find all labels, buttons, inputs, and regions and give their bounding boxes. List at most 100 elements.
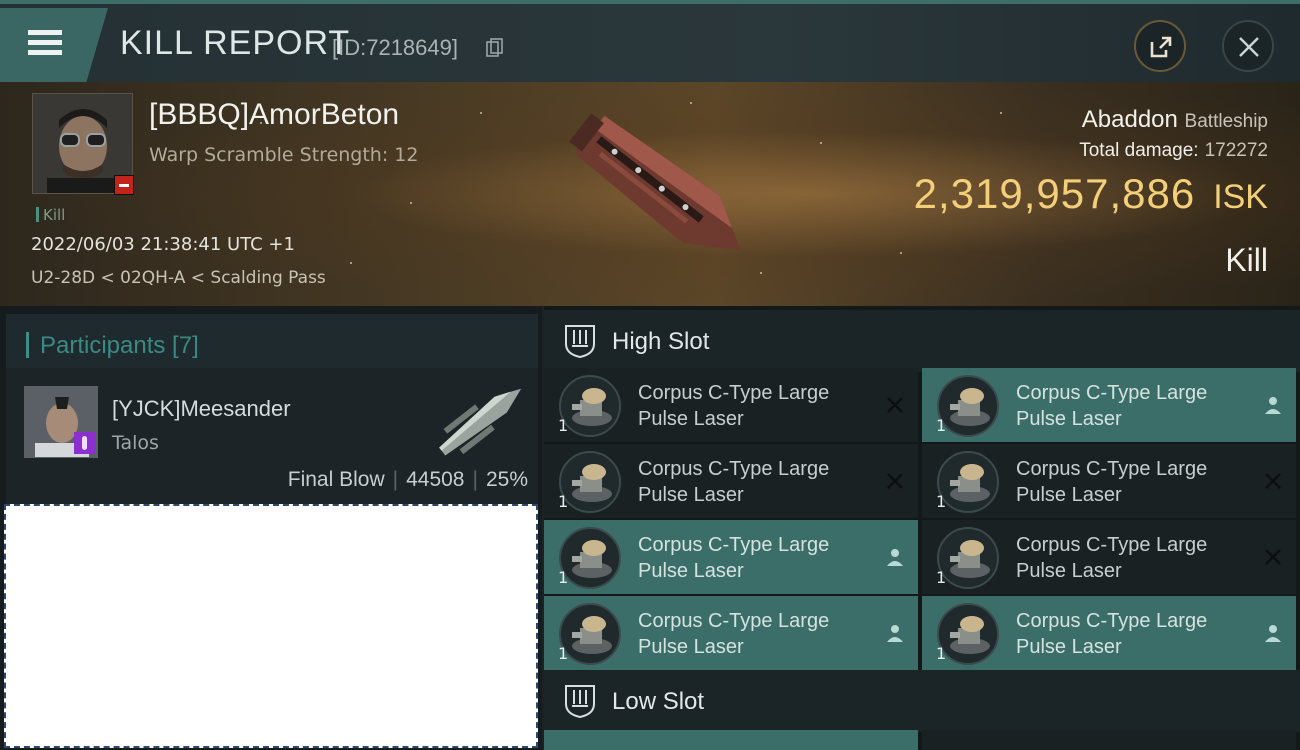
module-name: Corpus C-Type Large Pulse Laser: [1016, 532, 1256, 584]
report-id: [ID:7218649]: [332, 35, 458, 60]
module-quantity: 1: [558, 492, 569, 511]
module-name: Corpus C-Type Large Pulse Laser: [638, 380, 878, 432]
victim-ship-image[interactable]: [540, 96, 780, 286]
participant-role: Final Blow: [287, 468, 385, 491]
participant-percent: 25%: [485, 468, 528, 491]
module-name-line1: Corpus C-Type Large: [1016, 534, 1208, 556]
high-slot-title: High Slot: [612, 328, 710, 355]
corp-badge: [114, 175, 134, 195]
module-name: Corpus C-Type Large Pulse Laser: [1016, 380, 1256, 432]
low-slot-module[interactable]: [922, 730, 1296, 750]
dropped-icon: [887, 549, 903, 566]
fitting-panel: High Slot 1 Corpus C-Type Large Pulse Lase…: [544, 306, 1300, 750]
menu-icon-bar: [28, 40, 62, 45]
module-name: Corpus C-Type Large Pulse Laser: [638, 532, 878, 584]
destroyed-icon: [1265, 549, 1281, 565]
isk-value: 2,319,957,886: [913, 170, 1196, 217]
close-button[interactable]: [1222, 20, 1274, 72]
kill-datetime: 2022/06/03 21:38:41 UTC +1: [31, 234, 295, 255]
module-quantity: 1: [558, 568, 569, 587]
module-quantity: 1: [558, 644, 569, 663]
module-name-line1: Corpus C-Type Large: [1016, 382, 1208, 404]
participant-damage: 44508: [406, 468, 465, 491]
menu-icon-bar: [28, 50, 62, 55]
title-bar: KILL REPORT [ID:7218649]: [0, 0, 1300, 82]
module-name-line1: Corpus C-Type Large: [1016, 610, 1208, 632]
destroyed-icon: [887, 397, 903, 413]
menu-icon: [28, 30, 62, 35]
module-name-line2: Pulse Laser: [638, 636, 744, 658]
participants-panel: Participants [7] [YJCK]Meesander Talos F…: [0, 306, 542, 750]
destroyed-icon: [887, 473, 903, 489]
kill-result: Kill: [1225, 242, 1268, 278]
victim-ship-class: Battleship: [1184, 111, 1268, 132]
kill-location[interactable]: U2-28D < 02QH-A < Scalding Pass: [31, 268, 326, 288]
module-quantity: 1: [936, 568, 947, 587]
module-name-line1: Corpus C-Type Large: [638, 534, 830, 556]
module-item[interactable]: 1 Corpus C-Type Large Pulse Laser: [922, 444, 1296, 518]
warp-scramble-strength: Warp Scramble Strength: 12: [149, 144, 419, 166]
stats-separator: |: [472, 468, 478, 491]
participants-title: Participants [7]: [40, 332, 199, 359]
module-item[interactable]: 1 Corpus C-Type Large Pulse Laser: [544, 368, 918, 442]
module-name-line2: Pulse Laser: [638, 560, 744, 582]
total-damage: Total damage: 172272: [1079, 140, 1268, 162]
isk-unit: ISK: [1213, 178, 1268, 216]
module-item[interactable]: 1 Corpus C-Type Large Pulse Laser: [922, 596, 1296, 670]
low-slot-icon: [565, 685, 595, 718]
external-link-icon: [1150, 36, 1172, 58]
victim-header: [BBBQ]AmorBeton Warp Scramble Strength: …: [0, 82, 1300, 306]
module-quantity: 1: [558, 416, 569, 435]
dropped-icon: [1265, 625, 1281, 642]
participants-header[interactable]: Participants [7]: [6, 314, 538, 372]
participant-row[interactable]: [YJCK]Meesander Talos Final Blow | 44508 | 2…: [6, 368, 538, 504]
module-item[interactable]: 1 Corpus C-Type Large Pulse Laser: [922, 520, 1296, 594]
module-name-line1: Corpus C-Type Large: [638, 458, 830, 480]
module-name: Corpus C-Type Large Pulse Laser: [638, 608, 878, 660]
dropped-icon: [1265, 397, 1281, 414]
stats-separator: |: [392, 468, 399, 491]
module-name: Corpus C-Type Large Pulse Laser: [1016, 456, 1256, 508]
page-title: KILL REPORT: [120, 24, 351, 62]
close-icon: [1239, 37, 1259, 57]
destroyed-icon: [1265, 473, 1281, 489]
participant-name[interactable]: [YJCK]Meesander: [112, 396, 291, 422]
module-item[interactable]: 1 Corpus C-Type Large Pulse Laser: [544, 444, 918, 518]
module-quantity: 1: [936, 492, 947, 511]
participant-ship[interactable]: Talos: [112, 432, 159, 454]
module-name-line1: Corpus C-Type Large: [1016, 458, 1208, 480]
module-name-line2: Pulse Laser: [1016, 560, 1122, 582]
victim-ship-name[interactable]: Abaddon: [1082, 106, 1178, 133]
kill-tag: Kill: [36, 206, 65, 224]
module-item[interactable]: 1 Corpus C-Type Large Pulse Laser: [544, 520, 918, 594]
victim-name[interactable]: [BBBQ]AmorBeton: [149, 98, 399, 132]
module-name-line2: Pulse Laser: [1016, 636, 1122, 658]
participant-stats: Final Blow | 44508 | 25%: [288, 468, 528, 492]
total-damage-value: 172272: [1204, 140, 1268, 161]
module-name-line2: Pulse Laser: [1016, 408, 1122, 430]
low-slot-header: Low Slot: [544, 670, 1300, 732]
hamburger-menu-button[interactable]: [0, 8, 108, 82]
export-button[interactable]: [1134, 20, 1186, 72]
module-name-line1: Corpus C-Type Large: [638, 610, 830, 632]
module-name: Corpus C-Type Large Pulse Laser: [638, 456, 878, 508]
low-slot-title: Low Slot: [612, 688, 705, 715]
high-slot-icon: [565, 325, 595, 358]
participant-ship-image[interactable]: [426, 374, 536, 466]
victim-ship-line: Abaddon Battleship: [1082, 106, 1268, 134]
module-quantity: 1: [936, 644, 947, 663]
copy-icon[interactable]: [486, 38, 504, 58]
total-damage-label: Total damage:: [1079, 140, 1199, 161]
header-accent: [26, 332, 29, 358]
module-name-line1: Corpus C-Type Large: [638, 382, 830, 404]
selection-box: [4, 504, 538, 748]
high-slot-header: High Slot: [544, 310, 1300, 372]
module-name-line2: Pulse Laser: [1016, 484, 1122, 506]
module-item[interactable]: 1 Corpus C-Type Large Pulse Laser: [922, 368, 1296, 442]
module-quantity: 1: [936, 416, 947, 435]
module-item[interactable]: 1 Corpus C-Type Large Pulse Laser: [544, 596, 918, 670]
low-slot-module[interactable]: [544, 730, 918, 750]
participant-corp-badge: [74, 432, 96, 454]
isk-value-row: 2,319,957,886 ISK: [914, 170, 1268, 218]
module-name-line2: Pulse Laser: [638, 484, 744, 506]
